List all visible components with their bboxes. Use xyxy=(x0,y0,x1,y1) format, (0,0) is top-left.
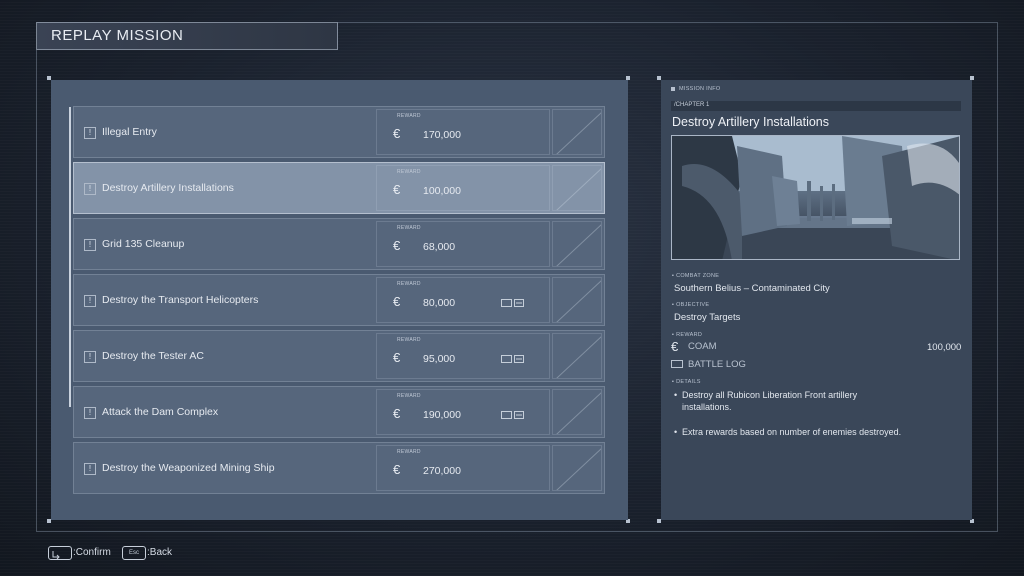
reward-amount: 95,000 xyxy=(423,353,456,365)
reward-box: REWARD €95,000 xyxy=(376,333,550,379)
mission-row[interactable]: ! Destroy the Tester AC REWARD €95,000 xyxy=(73,330,605,382)
chapter-label: /CHAPTER 1 xyxy=(674,102,710,108)
mission-marker-icon: ! xyxy=(84,351,96,363)
battle-log-label: BATTLE LOG xyxy=(688,359,746,370)
reward-amount: 170,000 xyxy=(423,129,461,141)
chapter-bar: /CHAPTER 1 xyxy=(671,101,961,111)
battle-log-icon xyxy=(501,354,525,366)
battle-log-icon xyxy=(671,360,683,368)
currency-icon: € xyxy=(393,182,401,197)
mission-row[interactable]: ! Illegal Entry REWARD €170,000 xyxy=(73,106,605,158)
row-decoration xyxy=(552,333,602,379)
battle-log-icon xyxy=(501,298,525,310)
reward-label: REWARD xyxy=(397,337,421,343)
reward-label: REWARD xyxy=(397,169,421,175)
detail-bullet-icon: • xyxy=(674,427,678,437)
mission-row[interactable]: ! Destroy the Weaponized Mining Ship REWAR… xyxy=(73,442,605,494)
mission-marker-icon: ! xyxy=(84,239,96,251)
title-tab: REPLAY MISSION xyxy=(36,22,338,50)
detail-bullet-icon: • xyxy=(674,390,678,400)
confirm-key-icon[interactable] xyxy=(48,546,72,560)
reward-box: REWARD €170,000 xyxy=(376,109,550,155)
mission-info-label: MISSION INFO xyxy=(671,86,721,92)
currency-icon: € xyxy=(393,126,401,141)
back-key-icon[interactable]: Esc xyxy=(122,546,146,560)
reward-amount: 80,000 xyxy=(423,297,456,309)
currency-icon: € xyxy=(393,294,401,309)
reward-label: REWARD xyxy=(397,113,421,119)
objective-value: Destroy Targets xyxy=(674,312,741,323)
row-decoration xyxy=(552,109,602,155)
row-decoration xyxy=(552,445,602,491)
back-hint[interactable]: :Back xyxy=(147,547,172,558)
reward-label: REWARD xyxy=(397,449,421,455)
ruined-city-scene-icon xyxy=(672,136,959,259)
reward-amount: 68,000 xyxy=(423,241,456,253)
reward-box: REWARD €270,000 xyxy=(376,445,550,491)
mission-name: Attack the Dam Complex xyxy=(102,406,219,418)
mission-row[interactable]: ! Destroy the Transport Helicopters REWARD… xyxy=(73,274,605,326)
mission-row[interactable]: ! Attack the Dam Complex REWARD €190,000 xyxy=(73,386,605,438)
reward-box: REWARD €190,000 xyxy=(376,389,550,435)
row-decoration xyxy=(552,277,602,323)
reward-box: REWARD €68,000 xyxy=(376,221,550,267)
row-decoration xyxy=(552,389,602,435)
reward-amount: 270,000 xyxy=(423,465,461,477)
mission-title: Destroy Artillery Installations xyxy=(672,115,830,129)
combat-zone-value: Southern Belius – Contaminated City xyxy=(674,283,830,294)
objective-label: ▪ OBJECTIVE xyxy=(672,302,710,308)
currency-icon: € xyxy=(393,238,401,253)
reward-amount: 100,000 xyxy=(423,185,461,197)
mission-marker-icon: ! xyxy=(84,183,96,195)
reward-label: REWARD xyxy=(397,225,421,231)
list-scrollbar[interactable] xyxy=(69,107,71,407)
currency-icon: € xyxy=(393,462,401,477)
row-decoration xyxy=(552,165,602,211)
battle-log-icon xyxy=(501,410,525,422)
mission-marker-icon: ! xyxy=(84,463,96,475)
reward-label: REWARD xyxy=(397,281,421,287)
currency-icon: € xyxy=(671,339,679,354)
mission-marker-icon: ! xyxy=(84,407,96,419)
mission-name: Illegal Entry xyxy=(102,126,157,138)
detail-item: Destroy all Rubicon Liberation Front art… xyxy=(682,390,858,412)
details-label: ▪ DETAILS xyxy=(672,379,701,385)
coam-label: COAM xyxy=(688,341,717,352)
mission-marker-icon: ! xyxy=(84,127,96,139)
page-title: REPLAY MISSION xyxy=(51,27,184,44)
reward-label: REWARD xyxy=(397,393,421,399)
currency-icon: € xyxy=(393,350,401,365)
coam-value: 100,000 xyxy=(927,342,962,353)
row-decoration xyxy=(552,221,602,267)
mission-row[interactable]: ! Grid 135 Cleanup REWARD €68,000 xyxy=(73,218,605,270)
mission-name: Destroy the Transport Helicopters xyxy=(102,294,259,306)
currency-icon: € xyxy=(393,406,401,421)
square-bullet-icon xyxy=(671,86,675,91)
reward-amount: 190,000 xyxy=(423,409,461,421)
mission-preview-image xyxy=(671,135,960,260)
confirm-hint[interactable]: :Confirm xyxy=(73,547,111,558)
reward-box: REWARD €100,000 xyxy=(376,165,550,211)
mission-name: Grid 135 Cleanup xyxy=(102,238,185,250)
info-reward-label: ▪ REWARD xyxy=(672,332,703,338)
mission-name: Destroy the Tester AC xyxy=(102,350,204,362)
mission-row[interactable]: ! Destroy Artillery Installations REWARD €1… xyxy=(73,162,605,214)
mission-name: Destroy the Weaponized Mining Ship xyxy=(102,462,275,474)
reward-box: REWARD €80,000 xyxy=(376,277,550,323)
mission-marker-icon: ! xyxy=(84,295,96,307)
combat-zone-label: ▪ COMBAT ZONE xyxy=(672,273,720,279)
detail-item: Extra rewards based on number of enemies… xyxy=(682,427,902,437)
mission-name: Destroy Artillery Installations xyxy=(102,182,234,194)
